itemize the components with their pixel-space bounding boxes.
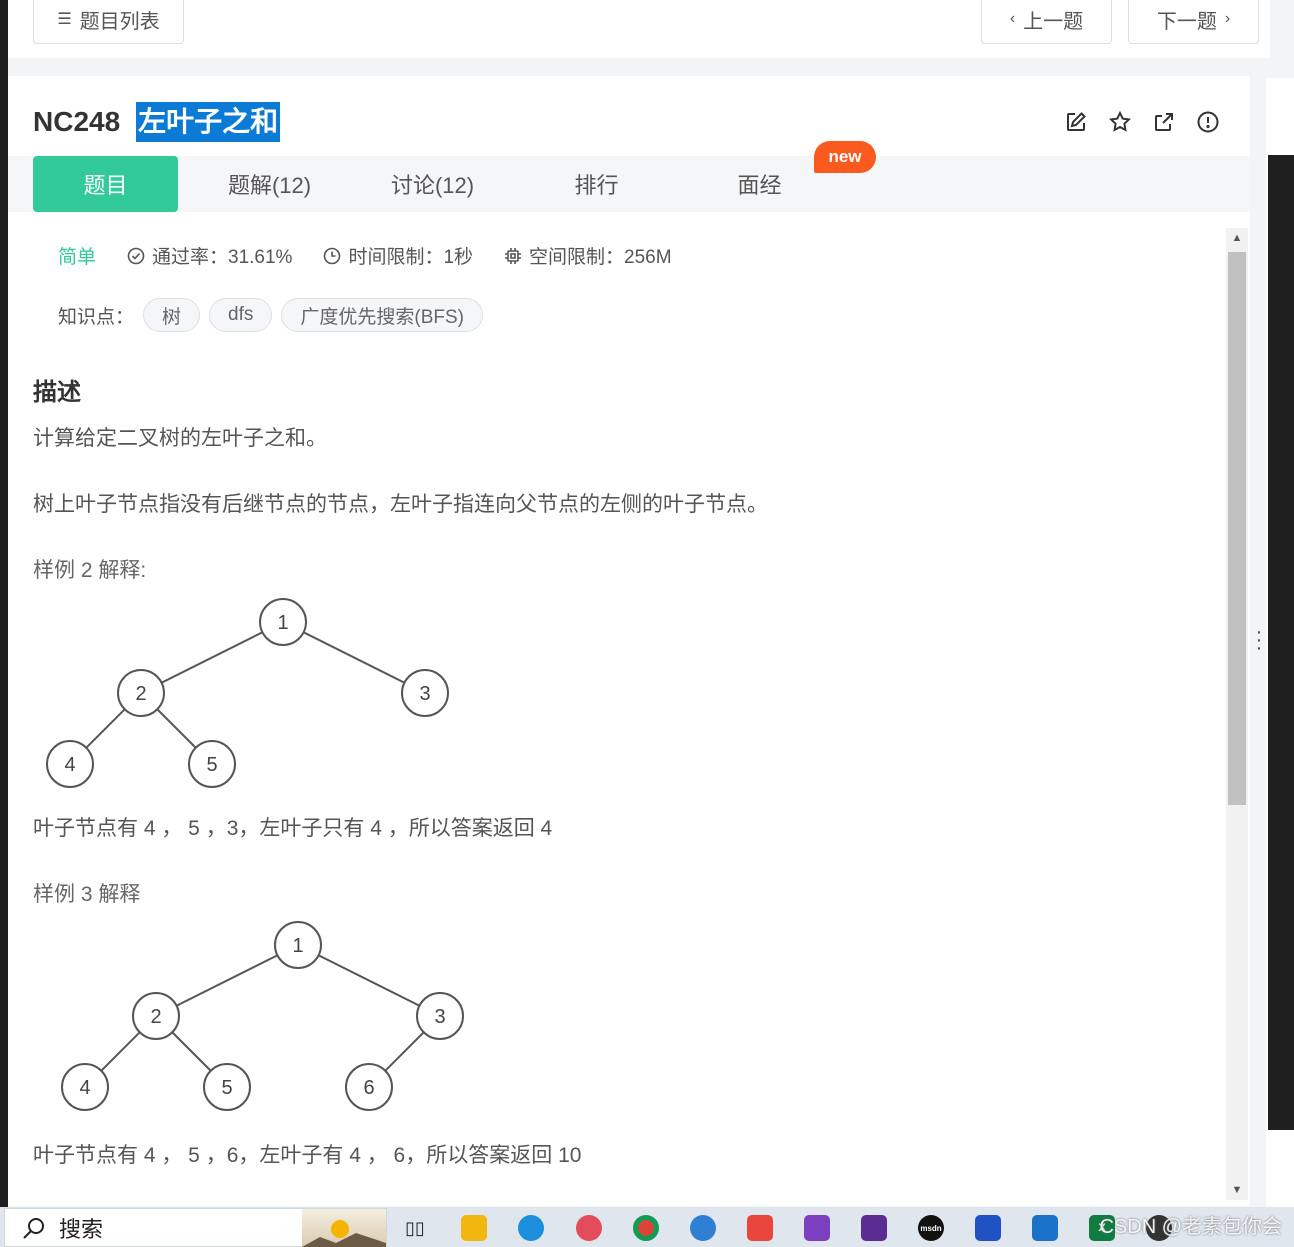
taskbar-search-label: 搜索 (59, 1216, 104, 1242)
difficulty-label: 简单 (58, 247, 97, 268)
clock-icon (324, 247, 341, 264)
ex3-node-5: 5 (221, 1077, 232, 1099)
taskbar-search[interactable]: 搜索 (4, 1208, 387, 1247)
example-3-label: 样例 3 解释 (33, 883, 141, 906)
ex3-node-4: 4 (79, 1077, 90, 1099)
edge-browser-icon[interactable] (518, 1215, 544, 1241)
problem-id: NC248 (33, 106, 121, 137)
edit-icon[interactable] (1064, 110, 1088, 134)
problem-list-label: 题目列表 (79, 10, 160, 33)
new-badge: new (814, 141, 876, 173)
time-limit: 时间限制：1秒 (322, 242, 473, 269)
search-highlight-image (302, 1209, 386, 1247)
description-heading: 描述 (33, 379, 81, 406)
tab-problem-label: 题目 (83, 173, 128, 198)
knowledge-tags: 知识点： 树 dfs 广度优先搜索(BFS) (58, 298, 483, 332)
msdn-icon[interactable]: msdn (918, 1215, 944, 1241)
ex2-node-3: 3 (419, 683, 430, 705)
next-problem-label: 下一题 (1156, 10, 1217, 33)
scrollbar-thumb[interactable] (1228, 252, 1246, 805)
ide-app-icon[interactable] (975, 1215, 1001, 1241)
visual-studio-icon[interactable] (804, 1215, 830, 1241)
edge-beta-icon[interactable] (690, 1215, 716, 1241)
scroll-down-arrow-icon[interactable]: ▼ (1226, 1184, 1248, 1196)
problem-title-row: NC248 左叶子之和 (33, 102, 281, 142)
chevron-right-icon: › (1224, 10, 1231, 27)
problem-card: NC248 左叶子之和 题目 题解(12) 讨论(12) 排行 面经 new 简… (8, 76, 1250, 1206)
csdn-watermark: CSDN @老素包你会 (1099, 1216, 1282, 1238)
example-3-tree-diagram: 1 2 3 4 5 6 (61, 921, 464, 1111)
next-problem-button[interactable]: 下一题 › (1128, 0, 1259, 44)
scroll-up-arrow-icon[interactable]: ▲ (1226, 232, 1248, 244)
tab-solutions-label: 题解(12) (227, 173, 312, 198)
list-icon: ☰ (57, 11, 72, 28)
space-limit: 空间限制：256M (503, 242, 672, 269)
problem-tabs: 题目 题解(12) 讨论(12) 排行 面经 (8, 156, 1250, 212)
example-3-text: 叶子节点有 4 ， 5 ，6，左叶子有 4 ， 6，所以答案返回 10 (33, 1144, 582, 1167)
right-dark-strip (1268, 155, 1294, 1130)
pass-rate-text: 通过率：31.61% (152, 247, 293, 268)
star-icon[interactable] (1108, 110, 1132, 134)
mail-icon[interactable] (1032, 1215, 1058, 1241)
example-2-label: 样例 2 解释: (33, 559, 147, 582)
knowledge-label: 知识点： (58, 306, 135, 328)
report-icon[interactable] (1196, 110, 1220, 134)
tab-interview-label: 面经 (737, 173, 782, 198)
problem-title: 左叶子之和 (136, 102, 281, 142)
problem-meta: 简单 通过率：31.61% 时间限制：1秒 空间限制：256M (58, 242, 702, 269)
tab-solutions[interactable]: 题解(12) (197, 156, 342, 212)
example-2-tree-diagram: 1 2 3 4 5 (46, 598, 449, 788)
file-explorer-icon[interactable] (461, 1215, 487, 1241)
ex3-node-6: 6 (363, 1077, 374, 1099)
chip-icon (505, 247, 522, 264)
share-icon[interactable] (1152, 110, 1176, 134)
problem-list-button[interactable]: ☰ 题目列表 (33, 0, 184, 44)
description-line-1: 计算给定二叉树的左叶子之和。 (33, 427, 327, 450)
tag-tree[interactable]: 树 (143, 298, 201, 332)
left-window-edge (0, 0, 8, 1247)
top-nav-bar: ☰ 题目列表 ‹ 上一题 下一题 › (8, 0, 1270, 58)
chevron-left-icon: ‹ (1009, 10, 1016, 27)
tag-dfs[interactable]: dfs (209, 298, 273, 332)
prev-problem-label: 上一题 (1023, 10, 1084, 33)
prev-problem-button[interactable]: ‹ 上一题 (981, 0, 1112, 44)
check-circle-icon (127, 247, 145, 264)
ex2-node-2: 2 (135, 683, 146, 705)
tab-ranking-label: 排行 (574, 173, 619, 198)
visual-studio-preview-icon[interactable] (861, 1215, 887, 1241)
pass-rate: 通过率：31.61% (126, 242, 292, 269)
os-taskbar: 搜索 ▯▯ msdn X CSDN @老素包你会 (0, 1207, 1294, 1247)
task-view-icon[interactable]: ▯▯ (402, 1215, 428, 1241)
description-line-2: 树上叶子节点指没有后继节点的节点，左叶子指连向父节点的左侧的叶子节点。 (33, 493, 768, 516)
ex3-node-1: 1 (292, 935, 303, 957)
tab-discussion-label: 讨论(12) (390, 173, 475, 198)
title-actions (1064, 110, 1220, 134)
tab-ranking[interactable]: 排行 (524, 156, 669, 212)
ex3-node-2: 2 (150, 1006, 161, 1028)
tag-bfs[interactable]: 广度优先搜索(BFS) (281, 298, 483, 332)
ex2-node-1: 1 (277, 612, 288, 634)
ex3-node-3: 3 (434, 1006, 445, 1028)
space-limit-text: 空间限制：256M (529, 247, 672, 268)
chrome-browser-icon[interactable] (633, 1215, 659, 1241)
ex2-node-5: 5 (206, 754, 217, 776)
search-icon (23, 1217, 44, 1239)
tab-interview[interactable]: 面经 (687, 156, 832, 212)
time-limit-text: 时间限制：1秒 (348, 247, 474, 268)
content-scrollbar[interactable]: ▲ ▼ (1226, 228, 1248, 1200)
example-2-text: 叶子节点有 4 ， 5 ，3，左叶子只有 4 ，所以答案返回 4 (33, 817, 553, 840)
photos-app-icon[interactable] (576, 1215, 602, 1241)
resize-handle-icon[interactable]: · · · (1254, 622, 1264, 658)
office-app-icon[interactable] (747, 1215, 773, 1241)
tab-problem[interactable]: 题目 (33, 156, 178, 212)
tab-discussion[interactable]: 讨论(12) (360, 156, 505, 212)
ex2-node-4: 4 (64, 754, 75, 776)
